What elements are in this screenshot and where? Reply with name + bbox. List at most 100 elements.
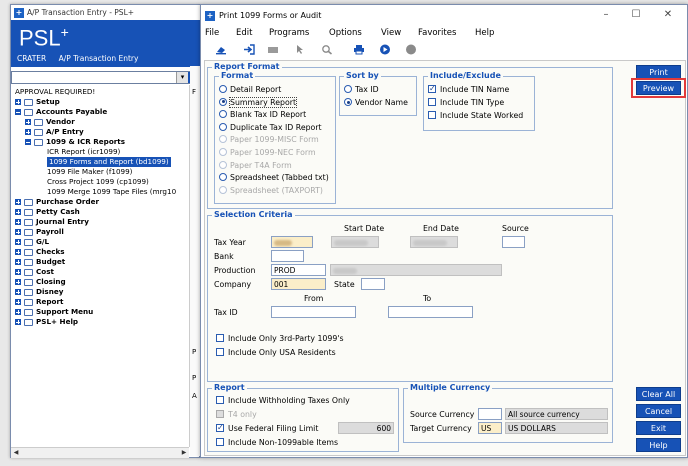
expand-icon[interactable] xyxy=(15,209,21,215)
tree-item[interactable]: Cost xyxy=(15,267,54,277)
menu-options[interactable]: Options xyxy=(329,28,362,38)
tree-item[interactable]: PSL+ Help xyxy=(15,317,78,327)
tree-item[interactable]: Budget xyxy=(15,257,65,267)
eraser-icon[interactable] xyxy=(215,44,227,55)
expand-icon[interactable] xyxy=(25,119,31,125)
tree-horizontal-scrollbar[interactable]: ◀ ▶ xyxy=(11,447,189,458)
print-button[interactable]: Print xyxy=(636,65,681,79)
expand-icon[interactable] xyxy=(15,249,21,255)
stop-icon[interactable] xyxy=(405,44,417,55)
minimize-button[interactable]: – xyxy=(591,9,621,23)
expand-icon[interactable] xyxy=(15,289,21,295)
production-field[interactable]: PROD xyxy=(271,264,326,276)
tree-item[interactable]: Journal Entry xyxy=(15,217,89,227)
format-option-radio[interactable]: Duplicate Tax ID Report xyxy=(219,122,322,133)
clear-all-button[interactable]: Clear All xyxy=(636,387,681,401)
tree-item[interactable]: A/P Entry xyxy=(25,127,84,137)
play-icon[interactable] xyxy=(379,44,391,55)
expand-icon[interactable] xyxy=(15,269,21,275)
include-tin-name-checkbox[interactable]: Include TIN Name xyxy=(428,83,509,95)
expand-icon[interactable] xyxy=(15,199,21,205)
state-field[interactable] xyxy=(361,278,385,290)
tree-item[interactable]: 1099 Merge 1099 Tape Files (mrg10 xyxy=(47,187,176,197)
tree-item[interactable]: APPROVAL REQUIRED! xyxy=(15,87,95,97)
source-field[interactable] xyxy=(502,236,525,248)
tree-item[interactable]: Petty Cash xyxy=(15,207,80,217)
tree-item[interactable]: Closing xyxy=(15,277,66,287)
menu-programs[interactable]: Programs xyxy=(269,28,309,38)
collapse-icon[interactable] xyxy=(15,109,21,115)
expand-icon[interactable] xyxy=(15,299,21,305)
company-label: Company xyxy=(214,280,252,289)
scroll-right-icon[interactable]: ▶ xyxy=(179,448,189,458)
include-state-worked-checkbox[interactable]: Include State Worked xyxy=(428,110,523,121)
non-1099able-checkbox[interactable]: Include Non-1099able Items xyxy=(216,437,338,448)
scroll-left-icon[interactable]: ◀ xyxy=(11,448,21,458)
expand-icon[interactable] xyxy=(15,259,21,265)
expand-icon[interactable] xyxy=(25,129,31,135)
menu-edit[interactable]: Edit xyxy=(236,28,252,38)
tree-item[interactable]: Purchase Order xyxy=(15,197,99,207)
tax-year-field[interactable] xyxy=(271,236,313,248)
tax-id-to-field[interactable] xyxy=(388,306,473,318)
expand-icon[interactable] xyxy=(15,229,21,235)
federal-limit-field[interactable]: 600 xyxy=(338,422,394,434)
tree-item[interactable]: Support Menu xyxy=(15,307,93,317)
help-button[interactable]: Help xyxy=(636,438,681,452)
end-date-field[interactable] xyxy=(410,236,458,248)
format-option-radio[interactable]: Detail Report xyxy=(219,84,281,95)
format-option-radio[interactable]: Summary Report xyxy=(219,96,298,108)
format-option-radio[interactable]: Spreadsheet (Tabbed txt) xyxy=(219,172,329,183)
tree-item[interactable]: 1099 & ICR Reports xyxy=(25,137,125,147)
menu-view[interactable]: View xyxy=(381,28,401,38)
start-date-field[interactable] xyxy=(331,236,379,248)
expand-icon[interactable] xyxy=(15,319,21,325)
pointer-icon[interactable] xyxy=(293,44,305,55)
expand-icon[interactable] xyxy=(15,219,21,225)
maximize-button[interactable]: ☐ xyxy=(621,9,651,23)
zoom-icon[interactable] xyxy=(321,44,333,55)
tree-item[interactable]: Checks xyxy=(15,247,65,257)
expand-icon[interactable] xyxy=(15,239,21,245)
expand-icon[interactable] xyxy=(15,99,21,105)
source-currency-field[interactable] xyxy=(478,408,502,420)
format-option-radio[interactable]: Blank Tax ID Report xyxy=(219,109,306,120)
tree-item[interactable]: 1099 Forms and Report (bd1099) xyxy=(47,157,171,167)
federal-limit-checkbox[interactable]: Use Federal Filing Limit xyxy=(216,422,318,434)
tree-item[interactable]: Report xyxy=(15,297,63,307)
tree-item[interactable]: ICR Report (icr1099) xyxy=(47,147,120,157)
sortby-taxid-radio[interactable]: Tax ID xyxy=(344,84,379,95)
expand-icon[interactable] xyxy=(15,309,21,315)
cancel-button[interactable]: Cancel xyxy=(636,404,681,418)
tree-item[interactable]: Setup xyxy=(15,97,60,107)
navigation-combo[interactable]: ▾ ✎ xyxy=(11,71,201,84)
tree-item[interactable]: Cross Project 1099 (cp1099) xyxy=(47,177,149,187)
expand-icon[interactable] xyxy=(15,279,21,285)
keyboard-icon[interactable] xyxy=(267,44,279,55)
tree-item[interactable]: Vendor xyxy=(25,117,75,127)
tree-item[interactable]: Disney xyxy=(15,287,63,297)
withholding-only-checkbox[interactable]: Include Withholding Taxes Only xyxy=(216,395,350,406)
tree-item[interactable]: G/L xyxy=(15,237,49,247)
collapse-icon[interactable] xyxy=(25,139,31,145)
printer-icon[interactable] xyxy=(353,44,365,55)
tree-item[interactable]: Payroll xyxy=(15,227,64,237)
exit-button[interactable]: Exit xyxy=(636,421,681,435)
menu-favorites[interactable]: Favorites xyxy=(418,28,456,38)
only-usa-checkbox[interactable]: Include Only USA Residents xyxy=(216,347,336,358)
menu-help[interactable]: Help xyxy=(475,28,494,38)
tree-item[interactable]: 1099 File Maker (f1099) xyxy=(47,167,133,177)
include-tin-type-checkbox[interactable]: Include TIN Type xyxy=(428,97,504,108)
chevron-down-icon[interactable]: ▾ xyxy=(176,72,188,83)
company-field[interactable]: 001 xyxy=(271,278,326,290)
bank-field[interactable] xyxy=(271,250,304,262)
menu-file[interactable]: File xyxy=(205,28,219,38)
target-currency-field[interactable]: US xyxy=(478,422,502,434)
only-3rd-party-checkbox[interactable]: Include Only 3rd-Party 1099's xyxy=(216,333,344,344)
tax-id-from-field[interactable] xyxy=(271,306,356,318)
sortby-vendorname-radio[interactable]: Vendor Name xyxy=(344,97,408,108)
preview-button[interactable]: Preview xyxy=(636,81,681,95)
exit-icon[interactable] xyxy=(243,44,255,55)
close-button[interactable]: ✕ xyxy=(653,9,683,23)
tree-item[interactable]: Accounts Payable xyxy=(15,107,107,117)
